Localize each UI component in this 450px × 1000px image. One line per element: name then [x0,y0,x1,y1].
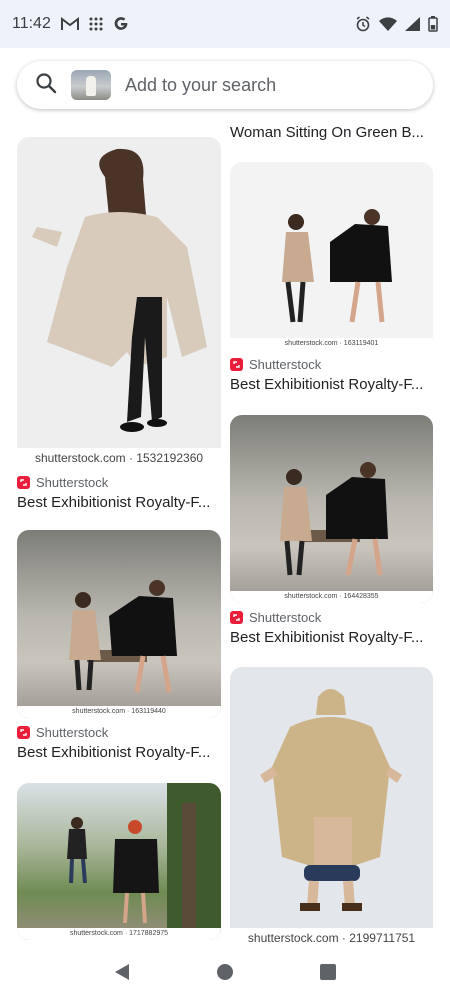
shutterstock-icon [17,476,30,489]
couple-sky-image [280,462,388,576]
street-scene-image [67,783,221,933]
result-card[interactable]: shutterstock.com · 164428355 Shutterstoc… [230,415,433,646]
result-card-partial[interactable]: Woman Sitting On Green B... [230,124,433,141]
search-bar[interactable] [17,61,433,109]
result-card[interactable]: shutterstock.com · 163119440 Shutterstoc… [17,530,221,761]
status-bar: 11:42 [0,0,450,48]
search-image-thumbnail[interactable] [71,70,111,100]
image-watermark: shutterstock.com · 2199711751 [230,928,433,948]
back-icon[interactable] [113,963,131,986]
status-left: 11:42 [12,15,129,33]
woman-trenchcoat-image [32,148,207,432]
search-input[interactable] [125,74,417,96]
result-source[interactable]: Shutterstock [17,725,221,740]
shutterstock-icon [230,358,243,371]
shutterstock-icon [230,611,243,624]
wifi-icon [379,17,397,31]
google-icon [113,16,129,32]
battery-icon [428,16,438,32]
gmail-icon [60,17,79,31]
man-trenchcoat-image [260,689,402,911]
home-icon[interactable] [216,963,234,986]
source-label: Shutterstock [36,725,109,740]
image-watermark: shutterstock.com · 164428355 [230,591,433,603]
search-icon[interactable] [35,72,57,99]
shutterstock-icon [17,726,30,739]
result-card[interactable]: shutterstock.com · 1532192360 Shuttersto… [17,137,221,511]
status-right [355,16,438,32]
result-image[interactable]: shutterstock.com · 163119440 [17,530,221,718]
result-image[interactable]: shutterstock.com · 164428355 [230,415,433,603]
result-image[interactable]: shutterstock.com · 2199711751 [230,667,433,948]
result-title[interactable]: Woman Sitting On Green B... [230,124,433,141]
clock: 11:42 [12,15,51,32]
couple-image [282,209,392,323]
result-image[interactable]: shutterstock.com · 1532192360 [17,137,221,468]
recents-icon[interactable] [319,963,337,986]
result-title[interactable]: Best Exhibitionist Royalty-F... [230,629,433,646]
source-label: Shutterstock [249,610,322,625]
couple-sky-image [69,580,177,693]
result-card[interactable]: shutterstock.com · 163119401 Shutterstoc… [230,162,433,393]
result-source[interactable]: Shutterstock [230,357,433,372]
result-title[interactable]: Best Exhibitionist Royalty-F... [230,376,433,393]
image-watermark: shutterstock.com · 1532192360 [17,448,221,468]
image-watermark: shutterstock.com · 163119401 [230,338,433,350]
result-card[interactable]: shutterstock.com · 1717882975 [17,783,221,940]
result-title[interactable]: Best Exhibitionist Royalty-F... [17,494,221,511]
results-grid: Woman Sitting On Green B... shutterstock… [0,110,450,948]
result-image[interactable]: shutterstock.com · 1717882975 [17,783,221,940]
alarm-icon [355,16,371,32]
system-nav-bar [0,948,450,1000]
image-watermark: shutterstock.com · 1717882975 [17,928,221,940]
signal-icon [405,17,420,31]
source-label: Shutterstock [36,475,109,490]
result-source[interactable]: Shutterstock [17,475,221,490]
result-source[interactable]: Shutterstock [230,610,433,625]
image-watermark: shutterstock.com · 163119440 [17,706,221,718]
result-card[interactable]: shutterstock.com · 2199711751 [230,667,433,948]
grid-icon [89,17,103,31]
result-title[interactable]: Best Exhibitionist Royalty-F... [17,744,221,761]
result-image[interactable]: shutterstock.com · 163119401 [230,162,433,350]
source-label: Shutterstock [249,357,322,372]
